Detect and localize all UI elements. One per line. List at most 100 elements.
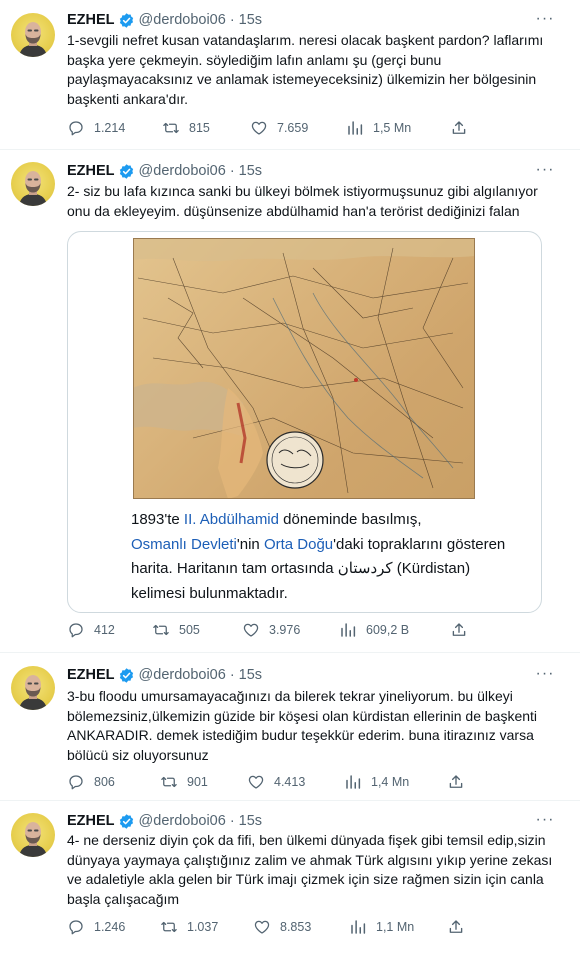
heart-icon [250, 119, 277, 137]
more-options-icon[interactable]: ··· [535, 162, 555, 183]
media-caption: 1893'te II. Abdülhamid döneminde basılmı… [131, 508, 511, 606]
views-count: 1,4 Mn [371, 775, 410, 789]
media-card[interactable]: 1893'te II. Abdülhamid döneminde basılmı… [67, 231, 542, 613]
caption-link-abdulhamid[interactable]: II. Abdülhamid [184, 511, 279, 528]
display-name[interactable]: EZHEL [67, 667, 115, 683]
views-button[interactable]: 1,4 Mn [344, 772, 409, 792]
views-icon [344, 773, 371, 791]
share-icon [450, 119, 477, 137]
heart-icon [242, 621, 269, 639]
caption-text: döneminde basılmış, [278, 511, 422, 528]
reply-count: 412 [94, 623, 115, 637]
views-button[interactable]: 609,2 B [339, 620, 409, 640]
avatar[interactable] [11, 813, 55, 857]
like-count: 7.659 [277, 121, 309, 135]
views-icon [346, 119, 373, 137]
retweet-icon [160, 918, 187, 936]
like-count: 4.413 [274, 775, 306, 789]
retweet-count: 901 [187, 775, 208, 789]
retweet-button[interactable]: 1.037 [160, 917, 218, 937]
separator-dot: · [229, 667, 235, 683]
timestamp[interactable]: 15s [239, 12, 262, 28]
user-handle[interactable]: @derdoboi06 [139, 12, 226, 28]
user-handle[interactable]: @derdoboi06 [139, 667, 226, 683]
reply-icon [67, 119, 94, 137]
tweet-header: EZHEL @derdoboi06 · 15s [67, 10, 262, 30]
user-handle[interactable]: @derdoboi06 [139, 813, 226, 829]
more-options-icon[interactable]: ··· [535, 11, 555, 32]
caption-text: 'nin [236, 535, 264, 553]
tweet[interactable]: EZHEL @derdoboi06 · 15s ··· 1-sevgili ne… [0, 0, 580, 150]
like-button[interactable]: 4.413 [247, 772, 305, 792]
share-icon [447, 918, 474, 936]
like-button[interactable]: 3.976 [242, 620, 300, 640]
verified-badge-icon [118, 12, 135, 29]
tweet-actions: 412 505 3.976 609,2 B [67, 620, 477, 640]
caption-link-orta-dogu[interactable]: Orta Doğu [264, 536, 333, 553]
user-handle[interactable]: @derdoboi06 [139, 163, 226, 179]
like-count: 8.853 [280, 920, 312, 934]
caption-link-osmanli[interactable]: Osmanlı Devleti [131, 536, 237, 553]
share-button[interactable] [447, 772, 474, 792]
retweet-icon [160, 773, 187, 791]
views-button[interactable]: 1,5 Mn [346, 118, 411, 138]
like-button[interactable]: 7.659 [250, 118, 308, 138]
tweet[interactable]: EZHEL @derdoboi06 · 15s ··· 3-bu floodu … [0, 653, 580, 801]
reply-count: 1.214 [94, 121, 126, 135]
caption-text: 1893'te [131, 511, 184, 528]
retweet-button[interactable]: 815 [162, 118, 210, 138]
tweet-actions: 1.214 815 7.659 1,5 Mn [67, 118, 477, 138]
retweet-button[interactable]: 901 [160, 772, 208, 792]
share-button[interactable] [447, 917, 474, 937]
views-button[interactable]: 1,1 Mn [349, 917, 414, 937]
retweet-button[interactable]: 505 [152, 620, 200, 640]
display-name[interactable]: EZHEL [67, 163, 115, 179]
reply-button[interactable]: 1.246 [67, 917, 125, 937]
separator-dot: · [229, 12, 235, 28]
reply-count: 1.246 [94, 920, 126, 934]
heart-icon [253, 918, 280, 936]
reply-button[interactable]: 806 [67, 772, 115, 792]
views-count: 609,2 B [366, 623, 410, 637]
retweet-icon [162, 119, 189, 137]
reply-button[interactable]: 1.214 [67, 118, 125, 138]
tweet[interactable]: EZHEL @derdoboi06 · 15s ··· 4- ne dersen… [0, 801, 580, 968]
verified-badge-icon [118, 667, 135, 684]
reply-count: 806 [94, 775, 115, 789]
separator-dot: · [229, 813, 235, 829]
timestamp[interactable]: 15s [239, 813, 262, 829]
more-options-icon[interactable]: ··· [535, 812, 555, 833]
retweet-icon [152, 621, 179, 639]
map-image[interactable] [133, 238, 475, 499]
tweet-header: EZHEL @derdoboi06 · 15s [67, 811, 262, 831]
tweet-actions: 1.246 1.037 8.853 1,1 Mn [67, 917, 477, 937]
tweet-text: 3-bu floodu umursamayacağınızı da bilere… [67, 688, 538, 763]
tweet-header: EZHEL @derdoboi06 · 15s [67, 161, 262, 181]
like-button[interactable]: 8.853 [253, 917, 311, 937]
avatar[interactable] [11, 13, 55, 57]
verified-badge-icon [118, 813, 135, 830]
tweet-text: 4- ne derseniz diyin çok da fifi, ben ül… [67, 832, 553, 907]
retweet-count: 505 [179, 623, 200, 637]
display-name[interactable]: EZHEL [67, 813, 115, 829]
timestamp[interactable]: 15s [239, 163, 262, 179]
retweet-count: 1.037 [187, 920, 219, 934]
share-button[interactable] [450, 118, 477, 138]
verified-badge-icon [118, 163, 135, 180]
timestamp[interactable]: 15s [239, 667, 262, 683]
reply-button[interactable]: 412 [67, 620, 115, 640]
avatar[interactable] [11, 162, 55, 206]
share-button[interactable] [450, 620, 477, 640]
reply-icon [67, 621, 94, 639]
retweet-count: 815 [189, 121, 210, 135]
separator-dot: · [229, 163, 235, 179]
tweet-text: 1-sevgili nefret kusan vatandaşlarım. ne… [67, 32, 544, 107]
tweet-text: 2- siz bu lafa kızınca sanki bu ülkeyi b… [67, 183, 538, 219]
more-options-icon[interactable]: ··· [535, 666, 555, 687]
display-name[interactable]: EZHEL [67, 12, 115, 28]
avatar[interactable] [11, 666, 55, 710]
views-count: 1,1 Mn [376, 920, 415, 934]
views-icon [349, 918, 376, 936]
tweet[interactable]: EZHEL @derdoboi06 · 15s ··· 2- siz bu la… [0, 150, 580, 653]
share-icon [447, 773, 474, 791]
